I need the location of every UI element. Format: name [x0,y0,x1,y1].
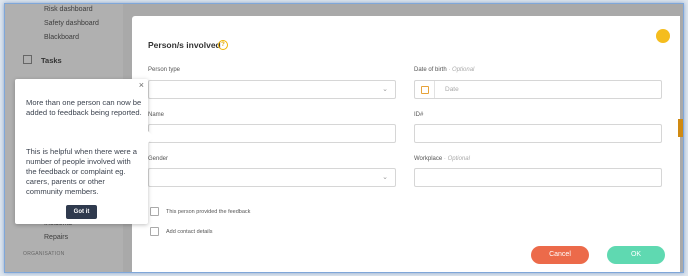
field-divider [434,81,435,98]
gender-label: Gender [148,156,169,162]
chevron-down-icon: ⌄ [382,86,388,93]
sidebar-section-organisation: ORGANISATION [23,251,65,257]
workplace-optional: · Optional [443,156,470,162]
sidebar-item-safety-dashboard[interactable]: Safety dashboard [44,20,99,27]
gender-select[interactable]: ⌄ [148,168,396,187]
side-scroll-tab[interactable] [678,119,683,137]
app-window: Risk dashboard Safety dashboard Blackboa… [4,3,684,273]
tooltip-paragraph-2: This is helpful when there were a number… [26,147,138,196]
add-contact-checkbox[interactable] [150,227,159,236]
name-label: Name [148,112,165,118]
person-involved-modal: Person/s involved ? Person type ⌄ Date o… [132,16,680,272]
add-contact-label: Add contact details [166,229,213,235]
close-icon[interactable]: × [139,80,144,90]
help-icon[interactable]: ? [218,40,228,50]
id-label: ID# [414,112,424,118]
dob-optional: · Optional [448,67,475,73]
chevron-down-icon: ⌄ [382,174,388,181]
id-input[interactable] [414,124,662,143]
sidebar-item-blackboard[interactable]: Blackboard [44,34,79,41]
modal-title: Person/s involved [148,40,221,50]
sidebar-section-tasks[interactable]: Tasks [23,55,62,65]
notification-indicator[interactable] [656,29,670,43]
person-type-label: Person type [148,67,181,73]
dob-field[interactable]: Date [414,80,662,99]
sidebar-item-repairs[interactable]: Repairs [44,234,68,241]
workplace-input[interactable] [414,168,662,187]
tooltip-paragraph-1: More than one person can now be added to… [26,98,142,117]
workplace-label: Workplace · Optional [414,156,470,162]
sidebar-item-risk-dashboard[interactable]: Risk dashboard [44,6,93,13]
dob-label: Date of birth · Optional [414,67,474,73]
ok-button[interactable]: OK [607,246,665,264]
cancel-button[interactable]: Cancel [531,246,589,264]
workplace-label-text: Workplace [414,156,443,162]
name-input[interactable] [148,124,396,143]
provided-feedback-label: This person provided the feedback [166,209,251,215]
got-it-button[interactable]: Got it [66,205,97,219]
dob-placeholder: Date [445,86,459,93]
provided-feedback-checkbox[interactable] [150,207,159,216]
calendar-icon[interactable] [421,86,429,94]
tasks-icon [23,55,32,64]
dob-label-text: Date of birth [414,67,447,73]
person-type-select[interactable]: ⌄ [148,80,396,99]
sidebar-tasks-label: Tasks [41,56,62,65]
feature-tooltip: × More than one person can now be added … [15,79,154,224]
